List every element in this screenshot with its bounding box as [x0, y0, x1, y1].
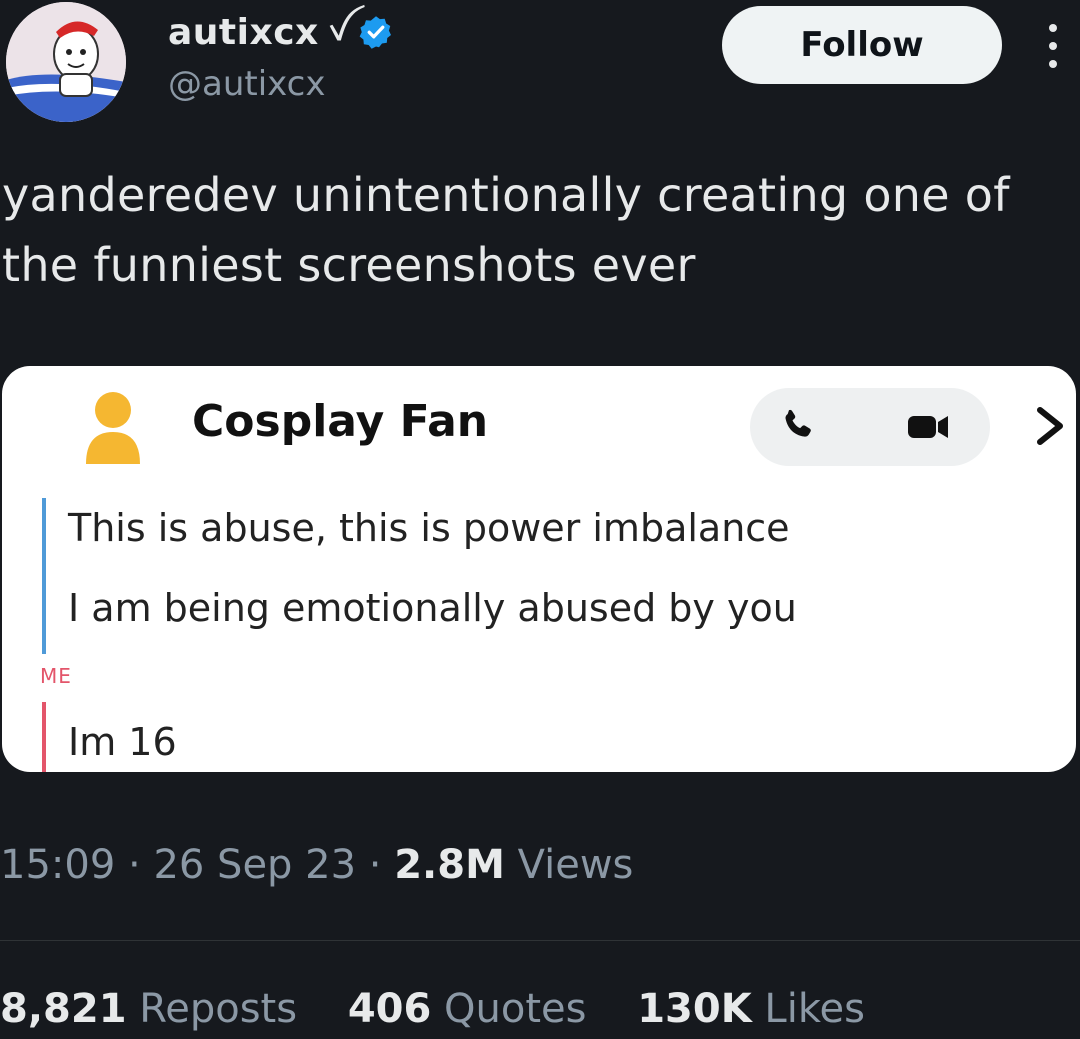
display-name[interactable]: autixcx [168, 12, 319, 53]
follow-button[interactable]: Follow [722, 6, 1002, 84]
reposts-count: 8,821 [0, 986, 127, 1032]
meta-separator: · [128, 842, 141, 888]
engagement-stats: 8,821 Reposts 406 Quotes 130K Likes [0, 986, 903, 1032]
quotes-label: Quotes [444, 986, 587, 1032]
avatar-image [6, 2, 126, 122]
tweet-meta: 15:09 · 26 Sep 23 · 2.8M Views [0, 842, 633, 888]
contact-avatar-icon [86, 392, 140, 464]
views-count: 2.8M [394, 842, 505, 888]
video-call-icon[interactable] [906, 410, 950, 444]
tweet-screenshot: autixcx ꪜ @autixcx Follow yanderedev uni… [0, 0, 1080, 1039]
divider [0, 940, 1080, 941]
embedded-chat-image[interactable]: Cosplay Fan This is abuse, this is power… [2, 366, 1076, 772]
tweet-text: yanderedev unintentionally creating one … [2, 168, 1010, 292]
tweet-date[interactable]: 26 Sep 23 [153, 842, 356, 888]
me-sender-label: ME [40, 664, 72, 688]
outgoing-message-bar [42, 702, 46, 772]
chat-message-2: I am being emotionally abused by you [68, 586, 797, 630]
quotes-stat[interactable]: 406 Quotes [348, 986, 587, 1032]
meta-separator: · [368, 842, 382, 888]
chat-contact-name: Cosplay Fan [192, 396, 489, 447]
likes-stat[interactable]: 130K Likes [637, 986, 865, 1032]
avatar[interactable] [6, 2, 126, 122]
more-options-icon[interactable] [1040, 20, 1066, 72]
likes-label: Likes [764, 986, 866, 1032]
author-handle[interactable]: @autixcx [168, 64, 326, 104]
verified-badge-icon [359, 16, 392, 49]
views-label: Views [517, 842, 634, 888]
reposts-label: Reposts [139, 986, 298, 1032]
name-emoji: ꪜ [328, 13, 349, 47]
reposts-stat[interactable]: 8,821 Reposts [0, 986, 297, 1032]
tweet-time[interactable]: 15:09 [0, 842, 115, 888]
incoming-message-bar [42, 498, 46, 654]
chat-reply: Im 16 [68, 720, 177, 764]
phone-call-icon[interactable] [778, 406, 818, 446]
chat-message-1: This is abuse, this is power imbalance [68, 506, 790, 550]
quotes-count: 406 [347, 986, 432, 1032]
chevron-right-icon[interactable] [1032, 406, 1066, 446]
author-name-row: autixcx ꪜ [168, 8, 394, 56]
likes-count: 130K [637, 986, 752, 1032]
